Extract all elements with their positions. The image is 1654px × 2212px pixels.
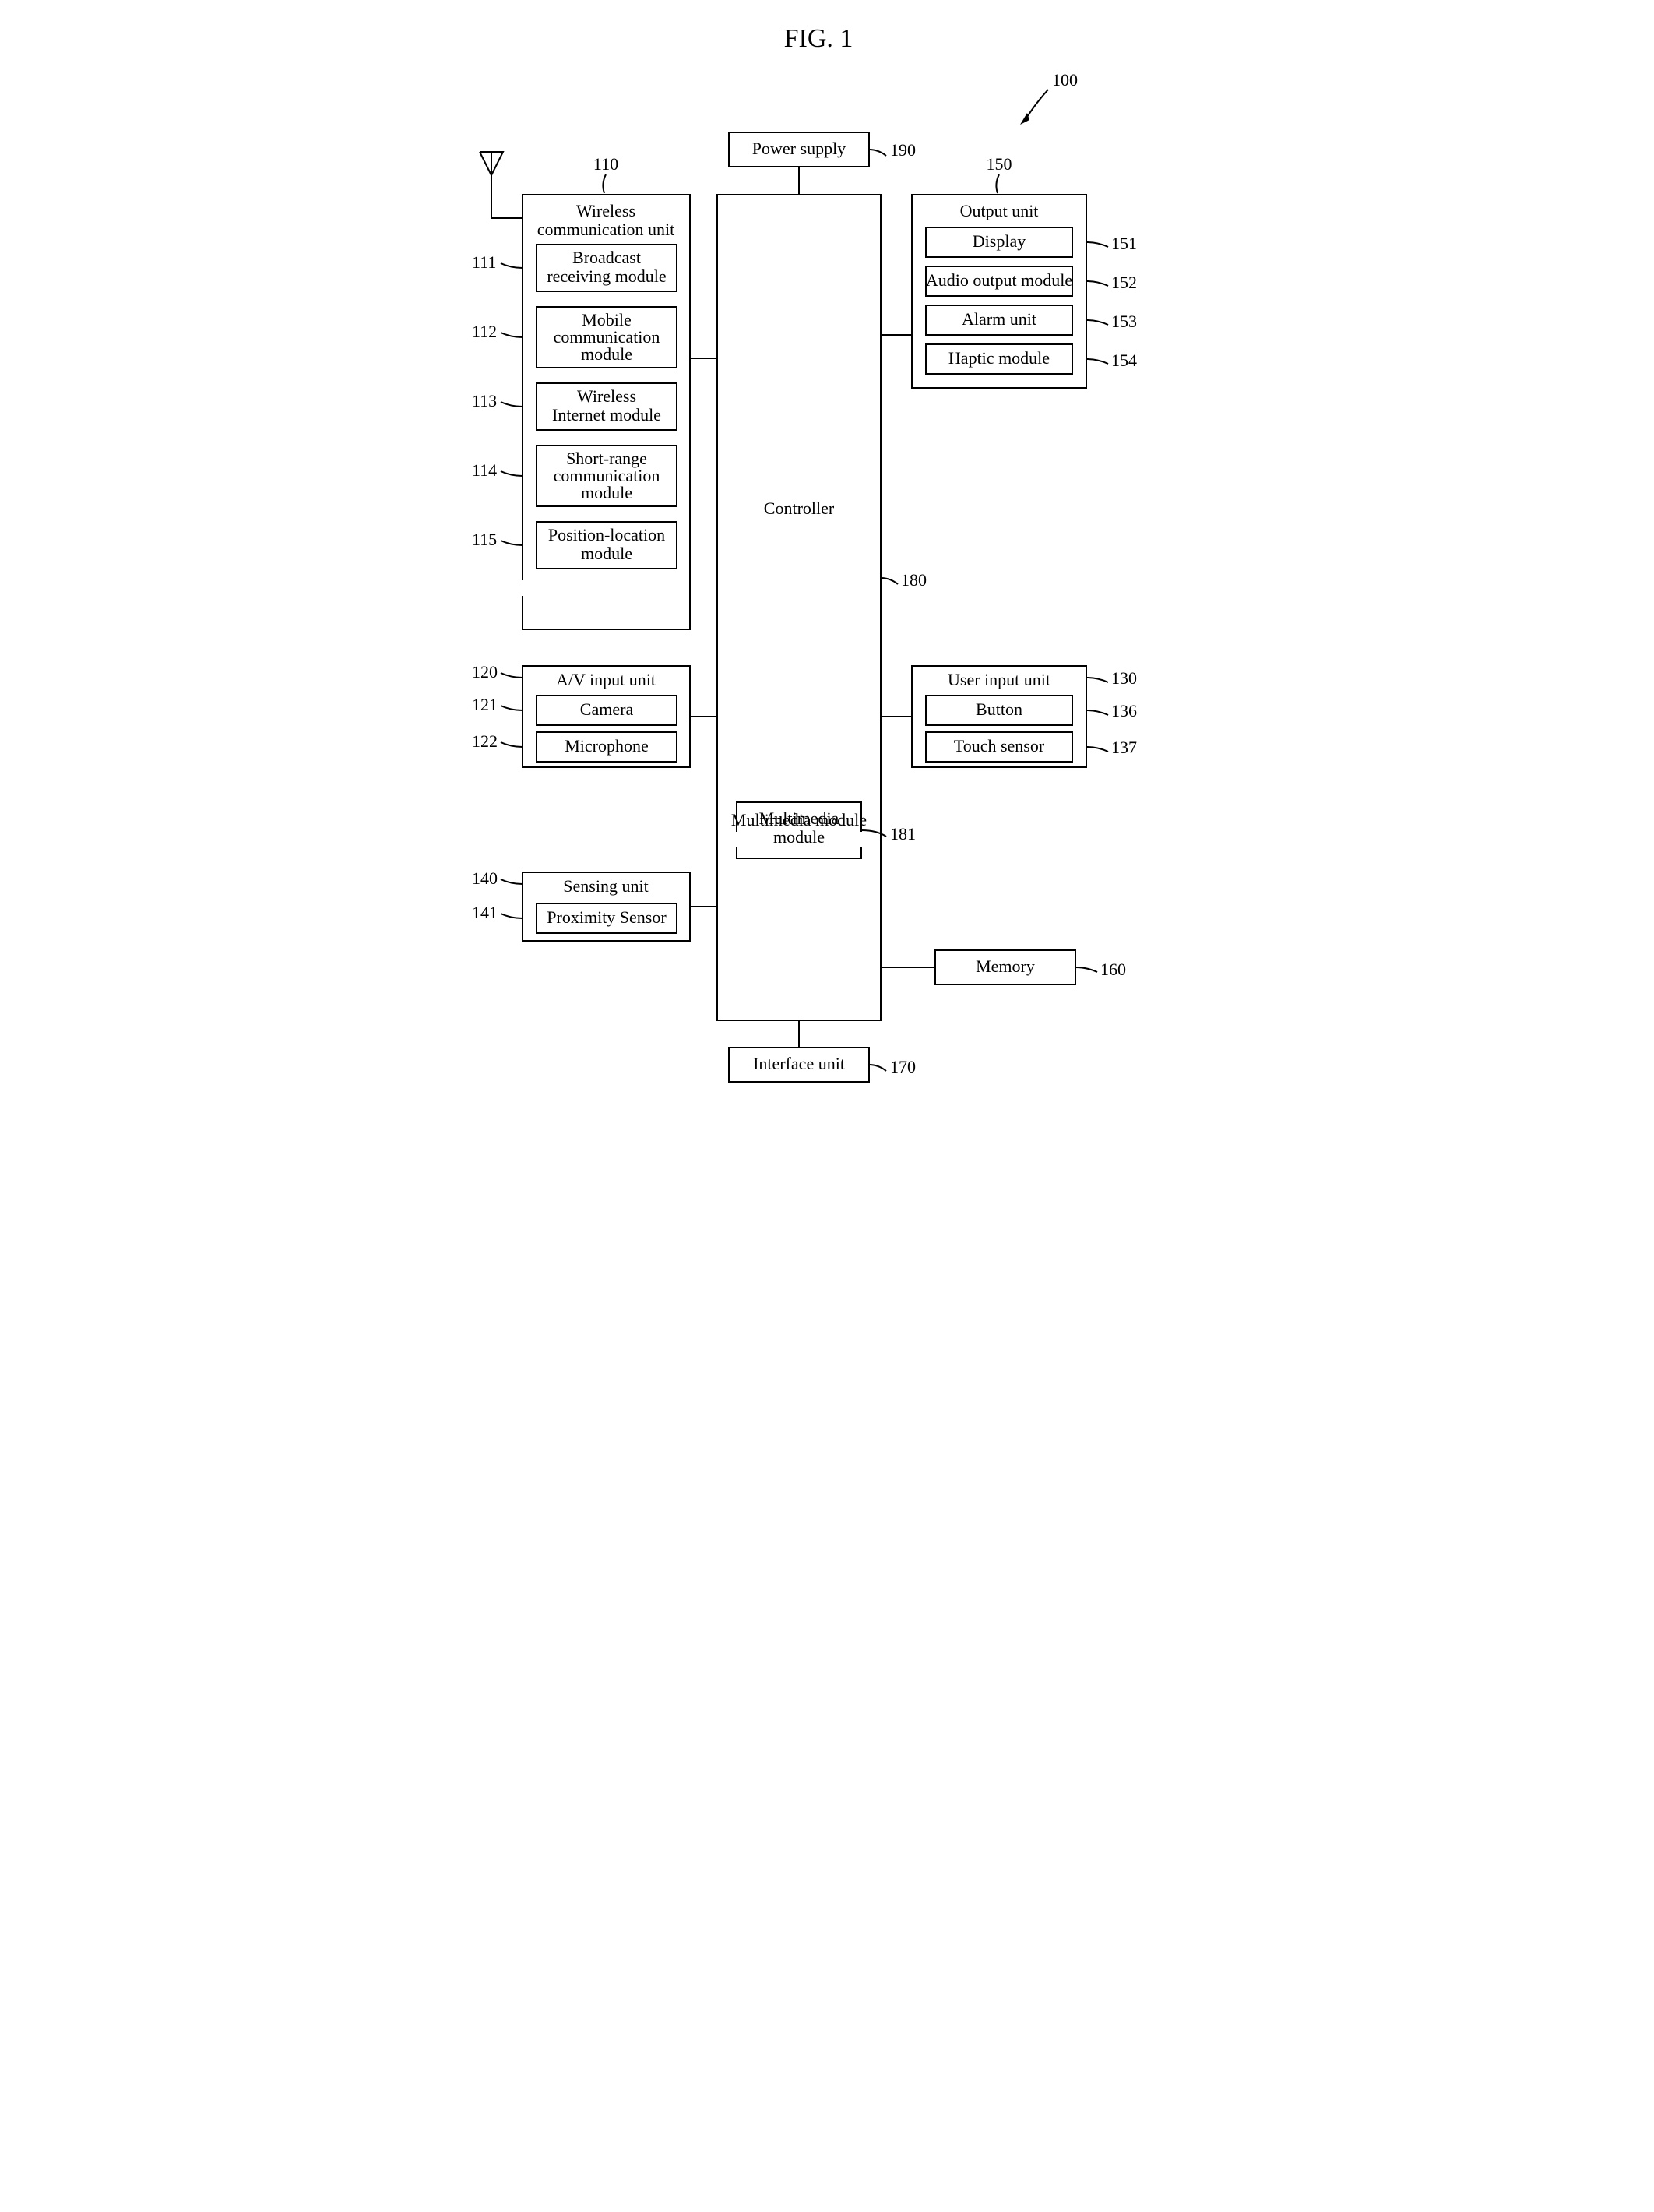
- touch-sensor-block: Touch sensor 137: [926, 732, 1137, 762]
- wireless-internet-block: Wireless Internet module 113: [472, 383, 677, 430]
- svg-text:Alarm unit: Alarm unit: [962, 309, 1036, 329]
- haptic-block: Haptic module 154: [926, 344, 1137, 374]
- svg-text:communication unit: communication unit: [537, 220, 675, 239]
- ref-113: 113: [472, 391, 497, 410]
- svg-text:Haptic module: Haptic module: [948, 348, 1050, 368]
- ref-170: 170: [890, 1057, 916, 1076]
- microphone-block: Microphone 122: [472, 731, 677, 762]
- ref-100: 100: [1020, 70, 1078, 125]
- svg-text:module: module: [773, 827, 825, 847]
- mobile-comm-block: Mobile communication module 112: [472, 307, 677, 368]
- ref-112: 112: [472, 322, 497, 341]
- ref-130: 130: [1111, 668, 1137, 688]
- ref-190: 190: [890, 140, 916, 160]
- svg-text:Camera: Camera: [580, 699, 634, 719]
- ref-154: 154: [1111, 350, 1137, 370]
- svg-text:module: module: [581, 344, 632, 364]
- controller-block: Controller 180: [717, 195, 927, 1020]
- button-block: Button 136: [926, 696, 1137, 725]
- camera-block: Camera 121: [472, 695, 677, 725]
- svg-text:Memory: Memory: [976, 956, 1035, 976]
- broadcast-block: Broadcast receiving module 111: [472, 245, 677, 291]
- ref-151: 151: [1111, 234, 1137, 253]
- proximity-block: Proximity Sensor 141: [472, 903, 677, 933]
- svg-text:Display: Display: [973, 231, 1026, 251]
- svg-text:100: 100: [1052, 70, 1078, 90]
- power-supply-label: Power supply: [752, 139, 846, 158]
- short-range-block: Short-range communication module 114: [472, 446, 677, 506]
- ref-150: 150: [987, 154, 1012, 174]
- interface-block: Interface unit 170: [729, 1020, 916, 1082]
- diagram-canvas: FIG. 1 100 Power supply 190 Controller 1…: [414, 0, 1240, 1106]
- alarm-block: Alarm unit 153: [926, 305, 1137, 335]
- antenna-icon: [480, 152, 523, 218]
- svg-text:Internet module: Internet module: [552, 405, 661, 424]
- svg-text:Audio output module: Audio output module: [926, 270, 1072, 290]
- svg-text:A/V input unit: A/V input unit: [556, 670, 656, 689]
- svg-text:Wireless: Wireless: [577, 386, 636, 406]
- svg-text:Wireless: Wireless: [576, 201, 635, 220]
- ref-110: 110: [593, 154, 618, 174]
- ref-111: 111: [472, 252, 496, 272]
- figure-title: FIG. 1: [784, 24, 853, 53]
- ref-121: 121: [472, 695, 498, 714]
- svg-text:Proximity Sensor: Proximity Sensor: [547, 907, 667, 927]
- ref-180: 180: [901, 570, 927, 590]
- ref-122: 122: [472, 731, 498, 751]
- svg-text:Multimedia: Multimedia: [759, 808, 839, 828]
- display-block: Display 151: [926, 227, 1137, 257]
- ref-140: 140: [472, 868, 498, 888]
- svg-text:Position-location: Position-location: [548, 525, 665, 544]
- memory-block: Memory 160: [881, 950, 1126, 984]
- svg-text:181: 181: [890, 824, 916, 844]
- ref-114: 114: [472, 460, 497, 480]
- svg-text:Sensing unit: Sensing unit: [563, 876, 648, 896]
- audio-out-block: Audio output module 152: [926, 266, 1137, 296]
- ref-120: 120: [472, 662, 498, 682]
- ref-136: 136: [1111, 701, 1137, 720]
- svg-text:User input unit: User input unit: [948, 670, 1050, 689]
- ref-153: 153: [1111, 312, 1137, 331]
- svg-text:Microphone: Microphone: [565, 736, 649, 756]
- svg-text:module: module: [581, 483, 632, 502]
- svg-text:Broadcast: Broadcast: [572, 248, 641, 267]
- ref-160: 160: [1100, 960, 1126, 979]
- svg-text:module: module: [581, 544, 632, 563]
- svg-text:115: 115: [472, 530, 497, 549]
- ref-152: 152: [1111, 273, 1137, 292]
- svg-text:Touch sensor: Touch sensor: [954, 736, 1045, 756]
- ref-141: 141: [472, 903, 498, 922]
- svg-text:receiving module: receiving module: [547, 266, 666, 286]
- svg-text:Output unit: Output unit: [960, 201, 1039, 220]
- power-supply-block: Power supply 190: [729, 132, 916, 195]
- svg-text:Interface unit: Interface unit: [753, 1054, 845, 1073]
- controller-label: Controller: [764, 498, 835, 518]
- svg-text:Button: Button: [976, 699, 1022, 719]
- ref-137: 137: [1111, 738, 1137, 757]
